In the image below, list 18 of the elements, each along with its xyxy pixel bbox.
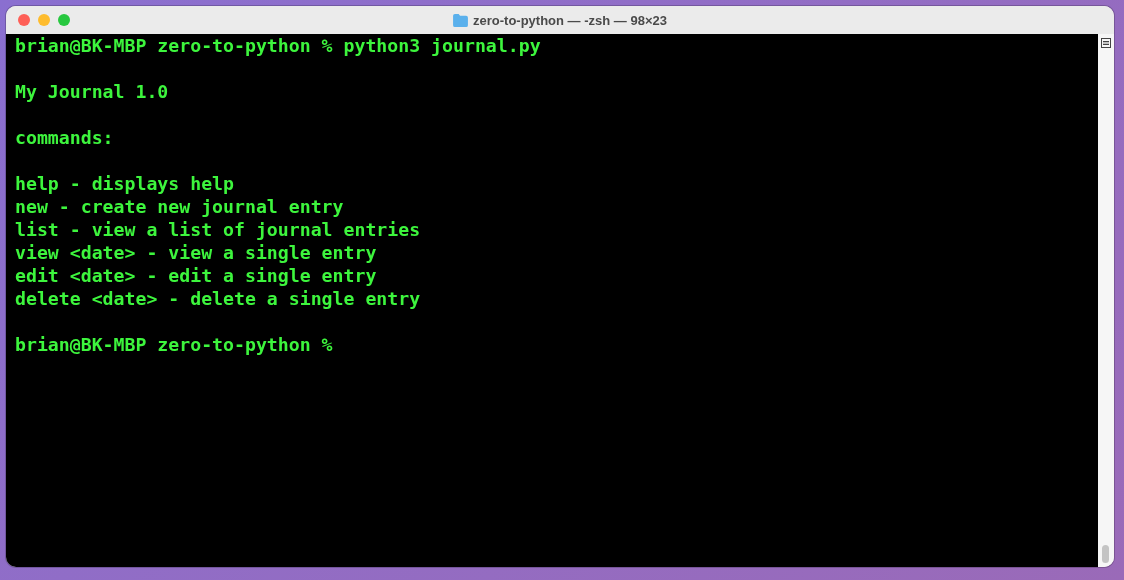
window-title: zero-to-python — -zsh — 98×23 bbox=[473, 12, 667, 28]
terminal-line: My Journal 1.0 bbox=[15, 80, 169, 103]
minimize-button[interactable] bbox=[38, 14, 50, 26]
terminal-line: delete <date> - delete a single entry bbox=[15, 287, 421, 310]
terminal-line: commands: bbox=[15, 126, 114, 149]
split-pane-icon[interactable] bbox=[1101, 38, 1111, 48]
scroll-bar[interactable] bbox=[1098, 34, 1114, 567]
close-button[interactable] bbox=[18, 14, 30, 26]
terminal-line: list - view a list of journal entries bbox=[15, 218, 421, 241]
terminal-line: brian@BK-MBP zero-to-python % python3 journal.py bbox=[15, 34, 541, 57]
terminal-line: view <date> - view a single entry bbox=[15, 241, 377, 264]
folder-icon bbox=[453, 13, 468, 27]
terminal-line: edit <date> - edit a single entry bbox=[15, 264, 377, 287]
terminal-line: brian@BK-MBP zero-to-python % bbox=[15, 333, 333, 356]
scroll-thumb[interactable] bbox=[1102, 545, 1109, 563]
terminal-line: new - create new journal entry bbox=[15, 195, 344, 218]
zoom-button[interactable] bbox=[58, 14, 70, 26]
terminal-line: help - displays help bbox=[15, 172, 234, 195]
